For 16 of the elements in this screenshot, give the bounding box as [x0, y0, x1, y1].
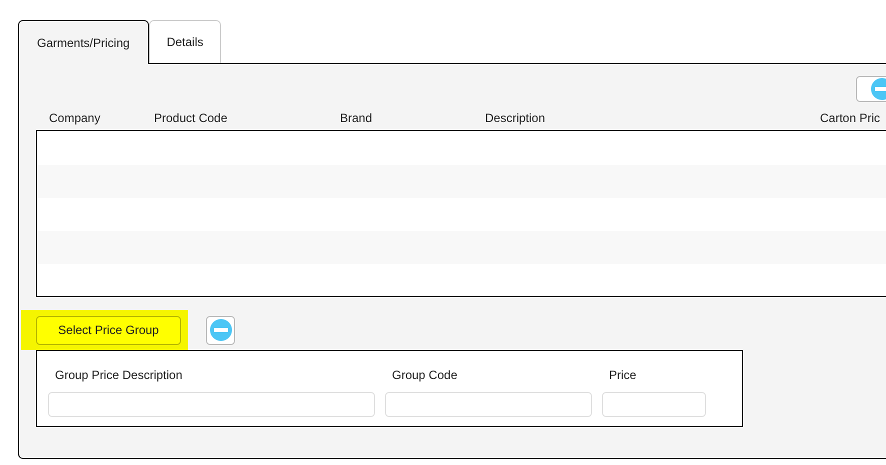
select-price-group-button[interactable]: Select Price Group: [36, 316, 181, 344]
remove-icon: [210, 319, 232, 341]
tab[interactable]: Garments/Pricing: [18, 20, 149, 64]
input-field[interactable]: [385, 392, 592, 417]
field-label: Group Price Description: [54, 367, 184, 384]
column-header: Brand: [340, 111, 372, 125]
column-header: Product Code: [154, 111, 228, 125]
remove-button[interactable]: [206, 316, 235, 344]
field-label: Price: [608, 367, 638, 384]
field-label: Group Code: [391, 367, 458, 384]
column-header: Description: [485, 111, 546, 125]
tab[interactable]: Details: [148, 20, 222, 63]
column-header: Company: [49, 111, 100, 125]
input-field[interactable]: [48, 392, 375, 417]
column-header: Carton Pric: [820, 111, 880, 125]
input-field[interactable]: [602, 392, 706, 417]
